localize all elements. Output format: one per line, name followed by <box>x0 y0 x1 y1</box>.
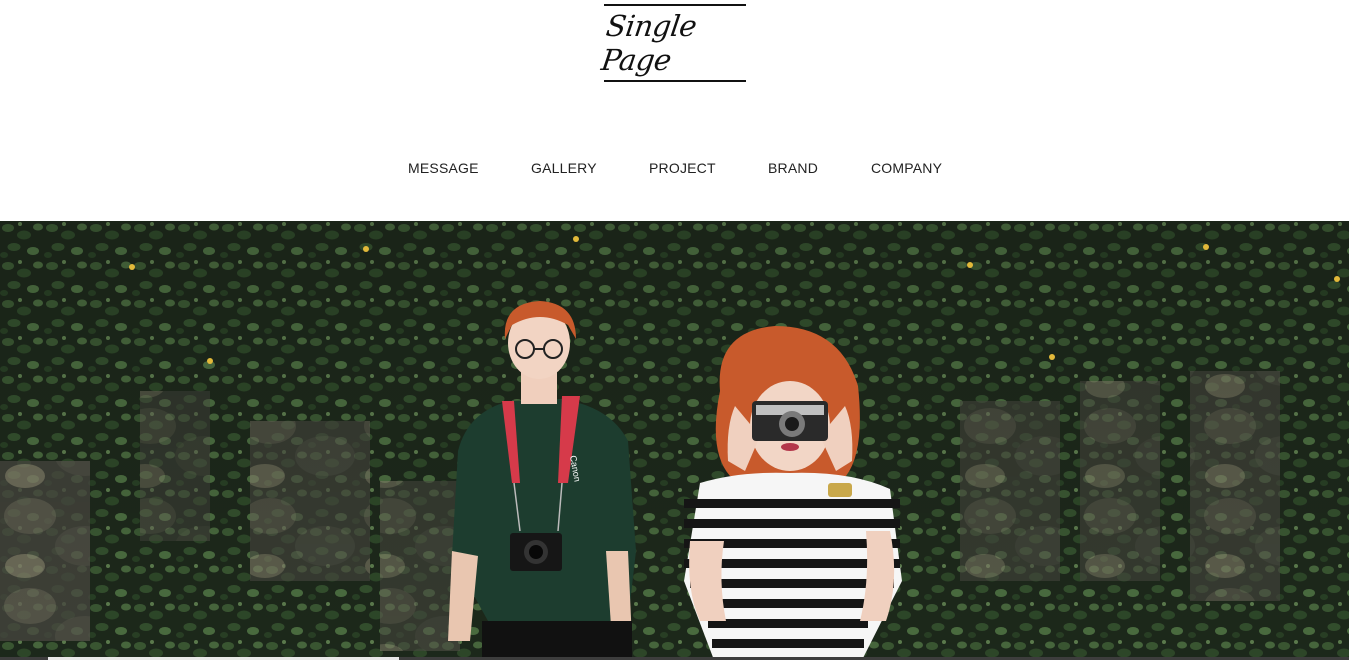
logo-text: Single Page <box>599 9 699 77</box>
nav-item-message[interactable]: MESSAGE <box>408 158 479 178</box>
hero-slider[interactable]: Canon <box>0 221 1349 660</box>
nav-item-project[interactable]: PROJECT <box>649 158 716 178</box>
nav-item-brand[interactable]: BRAND <box>768 158 818 178</box>
site-logo[interactable]: Single Page <box>599 4 746 82</box>
nav-item-company[interactable]: COMPANY <box>871 158 942 178</box>
main-nav: MESSAGE GALLERY PROJECT BRAND COMPANY <box>0 158 1349 178</box>
hero-image: Canon <box>0 221 1349 660</box>
nav-item-gallery[interactable]: GALLERY <box>531 158 597 178</box>
page: Single Page MESSAGE GALLERY PROJECT BRAN… <box>0 0 1349 660</box>
